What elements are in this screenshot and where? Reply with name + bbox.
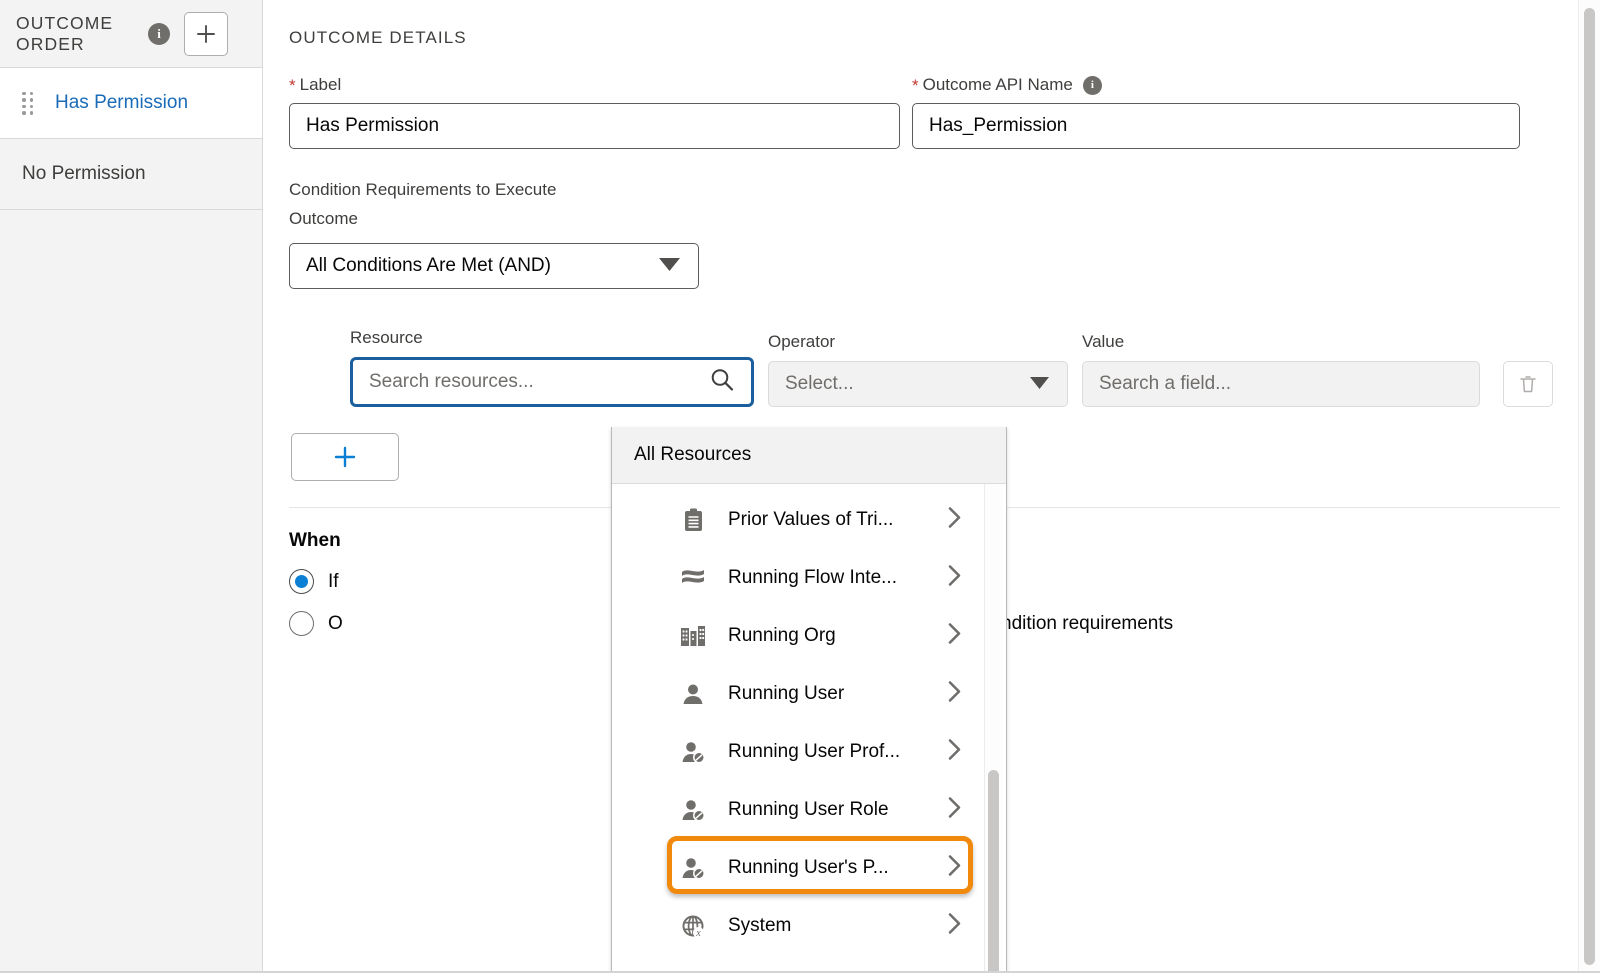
dropdown-item-label: Running User (728, 683, 845, 704)
sidebar-header: OUTCOME ORDER i (0, 0, 262, 68)
value-input[interactable]: Search a field... (1082, 361, 1480, 408)
resource-label: Resource (350, 328, 423, 348)
dropdown-item-running-users-permissions[interactable]: Running User's P... (612, 839, 1006, 897)
dropdown-item-running-user-role[interactable]: Running User Role (612, 781, 1006, 839)
operator-field-group: Operator Select... (768, 332, 1068, 408)
dropdown-item-running-org[interactable]: Running Org (612, 607, 1006, 665)
trash-icon (1520, 376, 1536, 393)
dropdown-item-label: Running Flow Inte... (728, 567, 897, 588)
dropdown-item-label: System (728, 915, 792, 936)
user-check-icon (680, 855, 706, 881)
chevron-right-icon (948, 855, 962, 882)
required-marker: * (912, 75, 919, 95)
chevron-right-icon (948, 913, 962, 940)
sidebar-item-no-permission[interactable]: No Permission (0, 139, 262, 210)
page-scrollbar-thumb[interactable] (1584, 8, 1595, 965)
page-scrollbar-track[interactable] (1578, 0, 1600, 973)
outcome-label: No Permission (22, 163, 146, 184)
user-icon (680, 681, 706, 707)
resource-dropdown-panel: All Resources Prior Values of Tri... Run… (611, 427, 1007, 973)
chevron-right-icon (948, 681, 962, 708)
radio-button[interactable] (289, 611, 314, 637)
condition-requirements-value: All Conditions Are Met (AND) (306, 255, 551, 277)
chevron-down-icon (659, 255, 680, 277)
resource-placeholder: Search resources... (369, 371, 534, 393)
radio-label: If (328, 570, 339, 592)
dropdown-scrollbar-thumb[interactable] (988, 770, 999, 972)
condition-requirements-combobox[interactable]: All Conditions Are Met (AND) (289, 243, 699, 290)
value-field-group: Value Search a field... (1082, 332, 1480, 408)
required-marker: * (289, 75, 296, 95)
chevron-down-icon (1030, 373, 1049, 395)
plus-icon (334, 447, 356, 468)
condition-row: Resource Search resources... Operator Se… (289, 328, 1560, 408)
add-outcome-button[interactable] (184, 11, 228, 56)
label-text: Label (299, 75, 342, 94)
search-icon[interactable] (709, 367, 735, 398)
chevron-right-icon (948, 507, 962, 534)
value-label: Value (1082, 332, 1125, 352)
dropdown-item-label: Running User Prof... (728, 741, 901, 762)
flow-builder-decision-editor: OUTCOME ORDER i Has Permission No Permis… (0, 0, 1600, 973)
label-field-group: * Label (289, 75, 900, 149)
name-fields-row: * Label * Outcome API Name i (289, 75, 1560, 149)
dropdown-item-label: Running Org (728, 625, 836, 646)
resource-combobox[interactable]: Search resources... (350, 357, 754, 408)
dropdown-item-running-user-profile[interactable]: Running User Prof... (612, 723, 1006, 781)
outcome-label: Has Permission (55, 92, 189, 113)
page-title: OUTCOME DETAILS (289, 28, 467, 47)
sidebar-title: OUTCOME ORDER (16, 13, 114, 54)
drag-handle-icon[interactable] (22, 91, 38, 115)
api-name-field-group: * Outcome API Name i (912, 75, 1520, 149)
dropdown-item-label: Running User's P... (728, 857, 889, 878)
user-check-icon (680, 739, 706, 765)
dropdown-item-label: Prior Values of Tri... (728, 509, 894, 530)
dropdown-header-label: All Resources (634, 444, 752, 465)
dropdown-header-all-resources[interactable]: All Resources (612, 427, 1006, 484)
radio-button[interactable] (289, 569, 314, 595)
dropdown-item-running-flow-interview[interactable]: Running Flow Inte... (612, 549, 1006, 607)
delete-condition-button[interactable] (1503, 361, 1553, 408)
outcome-order-sidebar: OUTCOME ORDER i Has Permission No Permis… (0, 0, 263, 973)
outcome-details-panel: OUTCOME DETAILS * Label * Outcome API Na… (263, 0, 1600, 973)
condition-requirements-label: Condition Requirements to Execute Outcom… (289, 180, 557, 229)
globe-variable-icon: x (680, 913, 706, 939)
building-icon (680, 623, 706, 649)
dropdown-item-label: Running User Role (728, 799, 889, 820)
chevron-right-icon (948, 739, 962, 766)
operator-label: Operator (768, 332, 836, 352)
operator-placeholder: Select... (785, 373, 854, 395)
sidebar-item-has-permission[interactable]: Has Permission (0, 68, 262, 139)
clipboard-icon (680, 507, 706, 533)
operator-select[interactable]: Select... (768, 361, 1068, 408)
dropdown-item-prior-values[interactable]: Prior Values of Tri... (612, 491, 1006, 549)
radio-label: O (328, 612, 343, 634)
api-name-field-label: * Outcome API Name i (912, 75, 1520, 95)
api-name-input[interactable] (912, 103, 1520, 149)
plus-icon (197, 24, 215, 43)
label-field-label: * Label (289, 75, 900, 95)
dropdown-item-running-user[interactable]: Running User (612, 665, 1006, 723)
sidebar-empty-area (0, 210, 262, 973)
info-icon[interactable]: i (1082, 75, 1102, 95)
value-placeholder: Search a field... (1099, 373, 1232, 395)
dropdown-list: Prior Values of Tri... Running Flow Inte… (612, 484, 1006, 972)
info-icon[interactable]: i (148, 22, 170, 45)
resource-field-group: Resource Search resources... (350, 328, 754, 408)
user-check-icon (680, 797, 706, 823)
label-text: Outcome API Name (922, 75, 1073, 94)
chevron-right-icon (948, 797, 962, 824)
chevron-right-icon (948, 565, 962, 592)
svg-text:x: x (695, 928, 701, 939)
add-condition-button[interactable] (291, 433, 399, 482)
dropdown-item-system[interactable]: x System (612, 897, 1006, 955)
chevron-right-icon (948, 623, 962, 650)
flow-waves-icon (680, 565, 706, 591)
label-input[interactable] (289, 103, 900, 149)
